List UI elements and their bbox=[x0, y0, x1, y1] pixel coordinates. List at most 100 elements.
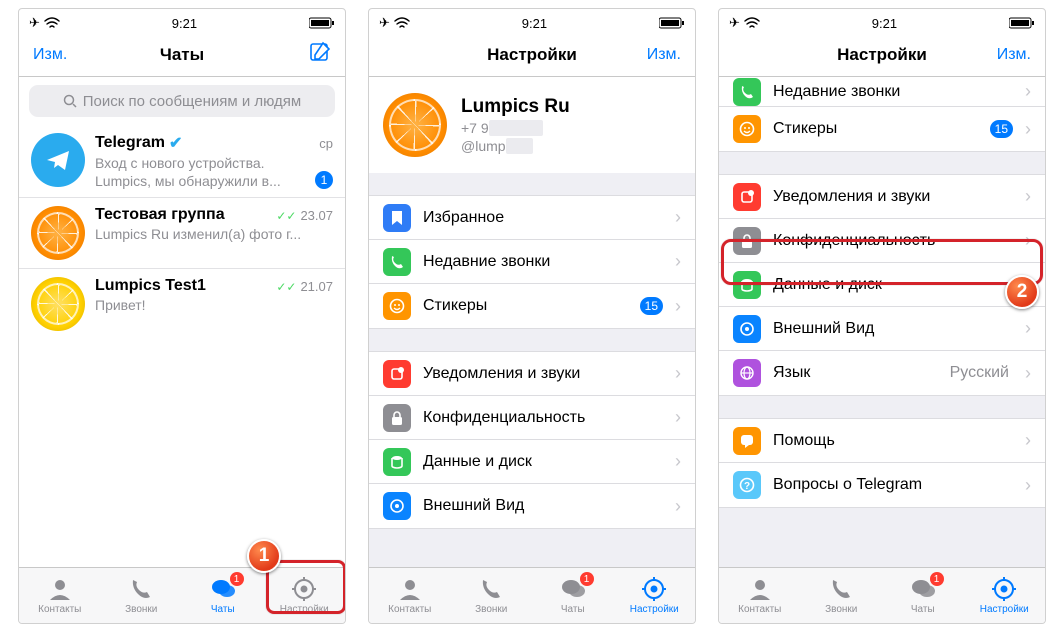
row-help[interactable]: Помощь › bbox=[719, 419, 1045, 463]
edit-button[interactable]: Изм. bbox=[635, 46, 681, 64]
tab-calls[interactable]: Звонки bbox=[451, 568, 533, 623]
phone-icon bbox=[478, 576, 504, 602]
settings-content[interactable]: Lumpics Ru +7 9 @lump Избранное › Недавн… bbox=[369, 77, 695, 567]
chevron-right-icon: › bbox=[675, 496, 681, 517]
profile-name: Lumpics Ru bbox=[461, 96, 570, 118]
row-privacy[interactable]: Конфиденциальность › bbox=[369, 396, 695, 440]
chevron-right-icon: › bbox=[1025, 363, 1031, 384]
database-icon bbox=[383, 448, 411, 476]
tab-label: Чаты bbox=[911, 604, 935, 615]
tab-settings[interactable]: Настройки bbox=[614, 568, 696, 623]
row-notifications[interactable]: Уведомления и звуки › bbox=[719, 175, 1045, 219]
screen-chats: ✈︎ 9:21 Изм. Чаты Поиск по сообщениям и … bbox=[18, 8, 346, 624]
settings-group-1: Избранное › Недавние звонки › Стикеры 15… bbox=[369, 195, 695, 329]
svg-text:?: ? bbox=[744, 481, 750, 492]
chevron-right-icon: › bbox=[675, 363, 681, 384]
chat-telegram[interactable]: Telegram ✔︎ ср Вход с нового устройства.… bbox=[19, 125, 345, 198]
row-label: Данные и диск bbox=[773, 276, 1013, 294]
row-saved[interactable]: Избранное › bbox=[369, 196, 695, 240]
edit-button[interactable]: Изм. bbox=[33, 46, 79, 64]
nav-bar: Настройки Изм. bbox=[369, 33, 695, 77]
row-recent-calls[interactable]: Недавние звонки › bbox=[369, 240, 695, 284]
tab-badge: 1 bbox=[230, 572, 244, 586]
appearance-icon bbox=[383, 492, 411, 520]
row-data[interactable]: Данные и диск › bbox=[719, 263, 1045, 307]
edit-button[interactable]: Изм. bbox=[985, 46, 1031, 64]
chat-name: Lumpics Test1 bbox=[95, 277, 206, 295]
search-input[interactable]: Поиск по сообщениям и людям bbox=[29, 85, 335, 117]
row-language[interactable]: Язык Русский › bbox=[719, 351, 1045, 395]
tab-chats[interactable]: 1 Чаты bbox=[532, 568, 614, 623]
wifi-icon bbox=[44, 17, 60, 29]
tab-settings[interactable]: Настройки bbox=[264, 568, 346, 623]
row-faq[interactable]: ? Вопросы о Telegram › bbox=[719, 463, 1045, 507]
gear-icon bbox=[291, 576, 317, 602]
chat-lumpics[interactable]: Lumpics Test1 21.07 Привет! bbox=[19, 269, 345, 339]
row-label: Помощь bbox=[773, 432, 1013, 450]
row-label: Внешний Вид bbox=[423, 497, 663, 515]
gear-icon bbox=[641, 576, 667, 602]
contacts-icon bbox=[47, 576, 73, 602]
bell-icon bbox=[733, 183, 761, 211]
verified-icon: ✔︎ bbox=[169, 133, 182, 153]
airplane-icon: ✈︎ bbox=[729, 15, 740, 31]
tab-bar: Контакты Звонки 1 Чаты Настройки bbox=[19, 567, 345, 623]
row-stickers[interactable]: Стикеры 15 › bbox=[719, 107, 1045, 151]
settings-content[interactable]: Недавние звонки › Стикеры 15 › Уведомлен… bbox=[719, 77, 1045, 567]
phone-icon bbox=[383, 248, 411, 276]
settings-group-2: Помощь › ? Вопросы о Telegram › bbox=[719, 418, 1045, 508]
badge: 15 bbox=[640, 297, 663, 315]
sticker-icon bbox=[733, 115, 761, 143]
chat-date: ср bbox=[319, 136, 333, 151]
badge: 15 bbox=[990, 120, 1013, 138]
tab-bar: Контакты Звонки 1 Чаты Настройки bbox=[719, 567, 1045, 623]
chevron-right-icon: › bbox=[675, 251, 681, 272]
tab-bar: Контакты Звонки 1 Чаты Настройки bbox=[369, 567, 695, 623]
chevron-right-icon: › bbox=[1025, 81, 1031, 102]
nav-title: Настройки bbox=[429, 45, 635, 65]
status-bar: ✈︎ 9:21 bbox=[719, 9, 1045, 33]
row-notifications[interactable]: Уведомления и звуки › bbox=[369, 352, 695, 396]
chevron-right-icon: › bbox=[1025, 274, 1031, 295]
tab-chats[interactable]: 1 Чаты bbox=[182, 568, 264, 623]
tab-contacts[interactable]: Контакты bbox=[719, 568, 801, 623]
row-recent-calls-partial[interactable]: Недавние звонки › bbox=[719, 77, 1045, 107]
tab-label: Контакты bbox=[388, 604, 431, 615]
chat-group[interactable]: Тестовая группа 23.07 Lumpics Ru изменил… bbox=[19, 198, 345, 269]
row-label: Недавние звонки bbox=[423, 253, 663, 271]
row-appearance[interactable]: Внешний Вид › bbox=[719, 307, 1045, 351]
tab-badge: 1 bbox=[930, 572, 944, 586]
compose-button[interactable] bbox=[285, 41, 331, 68]
chevron-right-icon: › bbox=[675, 296, 681, 317]
globe-icon bbox=[733, 359, 761, 387]
profile-username: @lump bbox=[461, 138, 570, 154]
chevron-right-icon: › bbox=[1025, 318, 1031, 339]
tab-contacts[interactable]: Контакты bbox=[19, 568, 101, 623]
row-stickers[interactable]: Стикеры 15 › bbox=[369, 284, 695, 328]
tab-badge: 1 bbox=[580, 572, 594, 586]
wifi-icon bbox=[394, 17, 410, 29]
profile-row[interactable]: Lumpics Ru +7 9 @lump bbox=[369, 77, 695, 173]
tab-label: Контакты bbox=[738, 604, 781, 615]
chevron-right-icon: › bbox=[1025, 430, 1031, 451]
lock-icon bbox=[383, 404, 411, 432]
database-icon bbox=[733, 271, 761, 299]
tab-calls[interactable]: Звонки bbox=[101, 568, 183, 623]
chat-preview: Lumpics Ru изменил(а) фото г... bbox=[95, 226, 333, 242]
row-data[interactable]: Данные и диск › bbox=[369, 440, 695, 484]
tab-calls[interactable]: Звонки bbox=[801, 568, 883, 623]
row-value: Русский bbox=[950, 364, 1009, 382]
chevron-right-icon: › bbox=[675, 207, 681, 228]
tab-label: Настройки bbox=[630, 604, 679, 615]
phone-icon bbox=[128, 576, 154, 602]
tab-contacts[interactable]: Контакты bbox=[369, 568, 451, 623]
search-placeholder: Поиск по сообщениям и людям bbox=[83, 93, 302, 110]
bell-icon bbox=[383, 360, 411, 388]
chat-name: Тестовая группа bbox=[95, 206, 225, 224]
row-label: Язык bbox=[773, 364, 938, 382]
gear-icon bbox=[991, 576, 1017, 602]
tab-settings[interactable]: Настройки bbox=[964, 568, 1046, 623]
row-appearance[interactable]: Внешний Вид › bbox=[369, 484, 695, 528]
row-privacy[interactable]: Конфиденциальность › bbox=[719, 219, 1045, 263]
tab-chats[interactable]: 1 Чаты bbox=[882, 568, 964, 623]
